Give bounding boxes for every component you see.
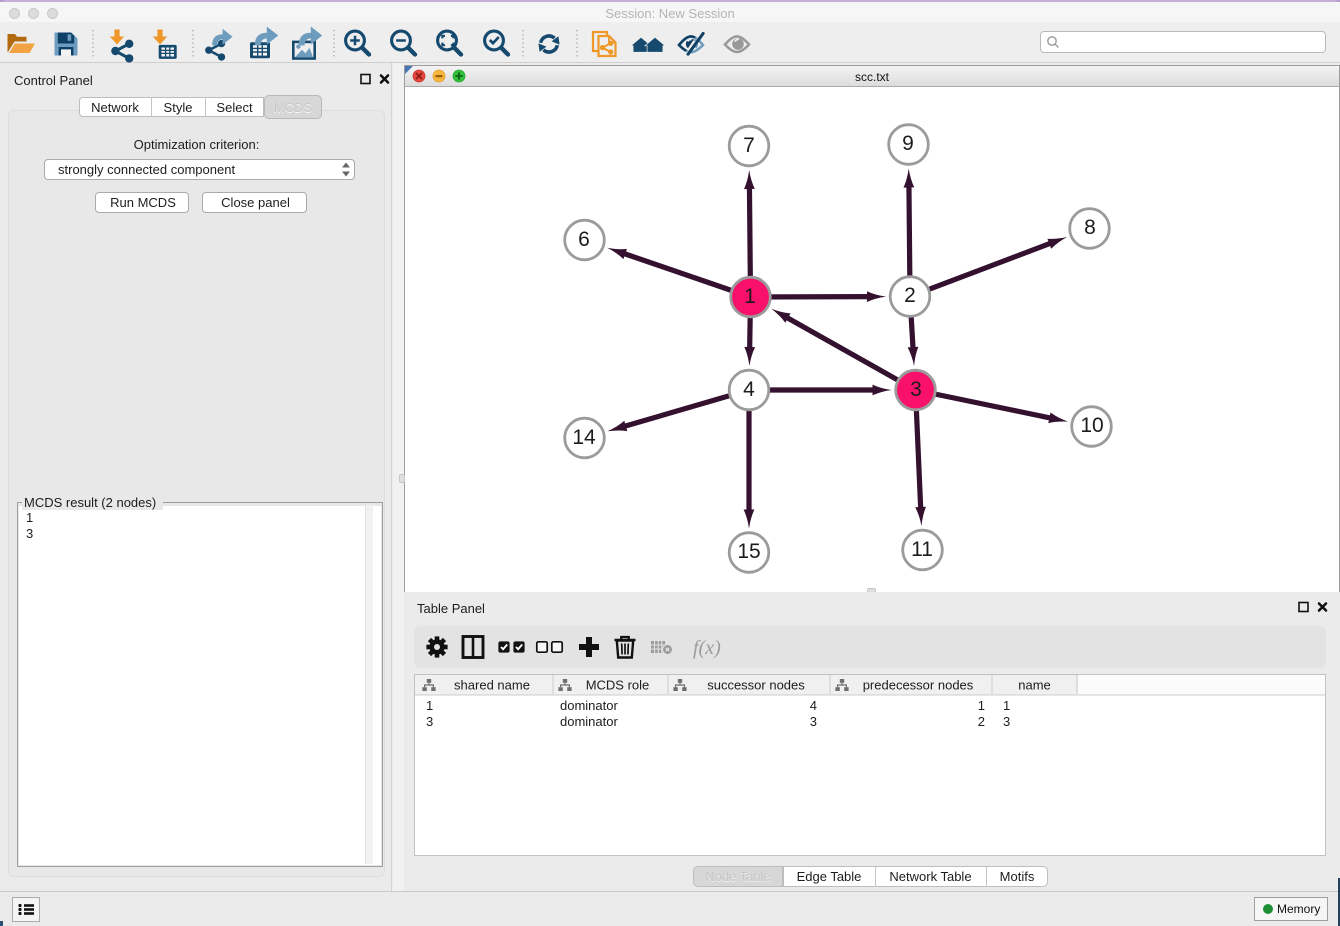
svg-text:MCDS role: MCDS role <box>586 678 650 693</box>
svg-text:successor nodes: successor nodes <box>707 678 805 693</box>
svg-text:1: 1 <box>1003 698 1010 713</box>
svg-text:3: 3 <box>426 714 433 729</box>
svg-text:1: 1 <box>978 698 985 713</box>
svg-text:shared name: shared name <box>454 678 530 693</box>
svg-text:name: name <box>1018 678 1051 693</box>
svg-text:dominator: dominator <box>560 714 618 729</box>
svg-text:3: 3 <box>810 714 817 729</box>
svg-text:3: 3 <box>1003 714 1010 729</box>
svg-text:1: 1 <box>426 698 433 713</box>
svg-text:2: 2 <box>978 714 985 729</box>
svg-text:predecessor nodes: predecessor nodes <box>863 678 974 693</box>
svg-text:dominator: dominator <box>560 698 618 713</box>
svg-text:4: 4 <box>810 698 817 713</box>
svg-text:f(x): f(x) <box>693 637 721 659</box>
